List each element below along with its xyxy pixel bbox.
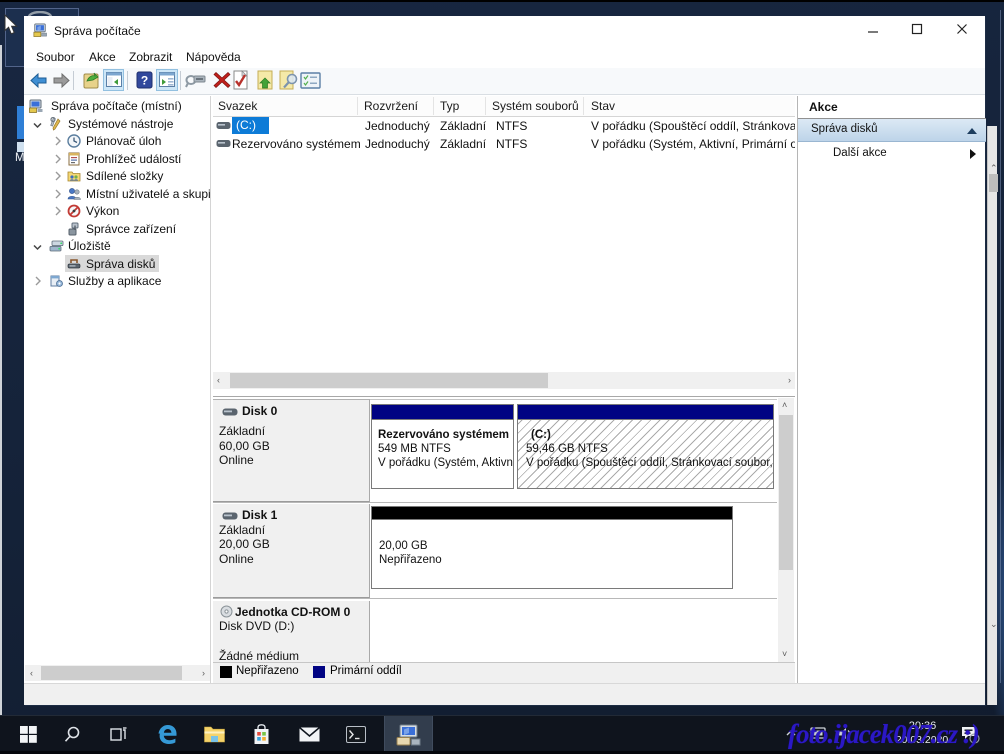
- svg-text:?: ?: [141, 74, 148, 88]
